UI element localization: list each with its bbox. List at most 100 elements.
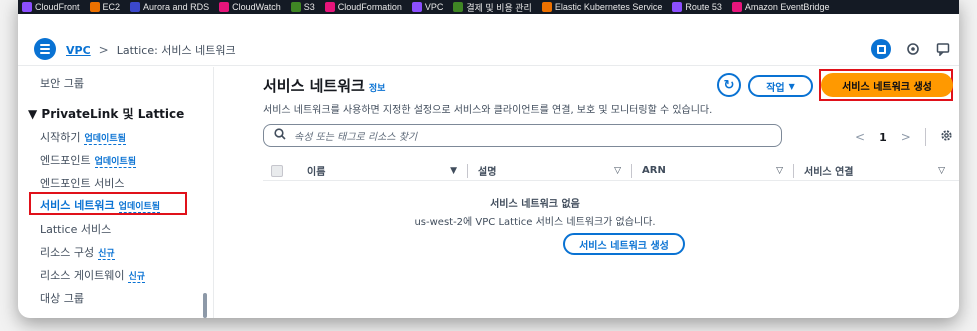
column-header-service-associations[interactable]: 서비스 연결 ▽ <box>793 163 955 178</box>
bookmark-label: Aurora and RDS <box>143 2 210 12</box>
divider <box>924 128 926 146</box>
bookmark-item[interactable]: CloudFormation <box>324 2 402 12</box>
sort-icon: ▽ <box>938 165 945 176</box>
select-all-checkbox[interactable] <box>271 164 283 177</box>
actions-dropdown-button[interactable]: 작업 ▼ <box>748 75 813 97</box>
status-badge: 업데이트됨 <box>94 157 137 168</box>
bookmark-favicon-icon <box>324 2 335 12</box>
bookmark-label: CloudFront <box>35 2 80 12</box>
sidebar-section-title: PrivateLink 및 Lattice <box>41 107 185 121</box>
column-label: 서비스 연결 <box>804 167 854 178</box>
page-title: 서비스 네트워크 정보 <box>263 75 385 96</box>
search-input[interactable]: 속성 또는 태그로 리소스 찾기 <box>263 124 782 147</box>
sidebar-item-label: Lattice 서비스 <box>40 223 112 236</box>
bookmark-favicon-icon <box>731 2 742 12</box>
empty-state-title: 서비스 네트워크 없음 <box>490 199 580 210</box>
pagination: < 1 > <box>855 128 953 146</box>
status-badge: 신규 <box>98 249 115 260</box>
bookmarks-bar: CloudFront EC2 Aurora and RDS CloudWatch S3 C… <box>18 0 959 14</box>
side-panel-icon[interactable] <box>871 39 891 59</box>
main-content: 서비스 네트워크 정보 서비스 네트워크를 사용하면 지정한 설정으로 서비스와 … <box>215 67 959 318</box>
empty-state-description: us-west-2에 VPC Lattice 서비스 네트워크가 없습니다. <box>414 217 656 228</box>
column-label: ARN <box>642 165 666 176</box>
search-icon <box>274 128 286 143</box>
breadcrumb: VPC > Lattice: 서비스 네트워크 <box>66 42 236 58</box>
bookmark-label: S3 <box>303 2 315 12</box>
hamburger-menu-icon[interactable] <box>34 38 56 60</box>
page-description: 서비스 네트워크를 사용하면 지정한 설정으로 서비스와 클라이언트를 연결, … <box>263 105 713 116</box>
actions-label: 작업 <box>766 82 785 94</box>
caret-down-icon: ▼ <box>788 81 795 91</box>
refresh-icon: ↻ <box>723 77 735 93</box>
sidebar-item-lattice-services[interactable]: Lattice 서비스 <box>40 221 111 237</box>
sidebar-item-label: 리소스 구성 <box>40 246 95 259</box>
browser-window: CloudFront EC2 Aurora and RDS CloudWatch S3 C… <box>18 0 959 318</box>
breadcrumb-vpc-link[interactable]: VPC <box>66 44 91 57</box>
sidebar-item-resource-configurations[interactable]: 리소스 구성 신규 <box>40 244 115 260</box>
breadcrumb-current: Lattice: 서비스 네트워크 <box>116 44 236 57</box>
column-header-name[interactable]: 이름 ▼ <box>297 164 467 179</box>
caret-down-icon: ▼ <box>28 107 42 121</box>
sidebar-item-security-groups[interactable]: 보안 그룹 <box>40 75 84 91</box>
bookmark-label: CloudWatch <box>232 2 281 12</box>
sort-down-icon: ▼ <box>450 165 457 176</box>
sidebar-item-service-networks[interactable]: 서비스 네트워크 업데이트됨 <box>40 197 161 213</box>
bookmark-label: Elastic Kubernetes Service <box>554 2 663 12</box>
gear-icon[interactable] <box>940 129 953 145</box>
bookmark-item[interactable]: Route 53 <box>672 2 722 12</box>
bookmark-favicon-icon <box>22 2 32 12</box>
table-header: 이름 ▼ 설명 ▽ ARN ▽ 서비스 연결 ▽ <box>263 161 959 181</box>
sidebar-item-endpoints[interactable]: 엔드포인트 업데이트됨 <box>40 152 137 168</box>
sidebar-item-label: 대상 그룹 <box>40 292 84 305</box>
column-label: 이름 <box>307 167 326 178</box>
bookmark-favicon-icon <box>290 2 301 12</box>
sort-icon: ▽ <box>776 165 783 176</box>
sidebar-item-label: 엔드포인트 서비스 <box>40 177 125 190</box>
sidebar-item-label: 엔드포인트 <box>40 154 91 167</box>
sidebar-item-getting-started[interactable]: 시작하기 업데이트됨 <box>40 129 126 145</box>
breadcrumb-separator-icon: > <box>98 43 109 57</box>
empty-state-create-button[interactable]: 서비스 네트워크 생성 <box>563 233 685 255</box>
sidebar-section-privatelink[interactable]: ▼ PrivateLink 및 Lattice <box>28 105 184 122</box>
sidebar-item-label: 서비스 네트워크 <box>40 199 115 212</box>
bookmark-item[interactable]: CloudFront <box>22 2 80 12</box>
page-title-text: 서비스 네트워크 <box>263 77 365 95</box>
top-nav-tools <box>871 39 951 59</box>
bookmark-item[interactable]: Aurora and RDS <box>130 2 209 12</box>
bookmark-label: CloudFormation <box>337 2 402 12</box>
chevron-left-icon[interactable]: < <box>855 130 865 144</box>
bookmark-favicon-icon <box>89 2 100 12</box>
bookmark-item[interactable]: CloudWatch <box>219 2 281 12</box>
sidebar-item-endpoint-services[interactable]: 엔드포인트 서비스 <box>40 175 124 191</box>
page-number[interactable]: 1 <box>879 131 887 144</box>
bookmark-item[interactable]: VPC <box>411 2 443 12</box>
column-header-description[interactable]: 설명 ▽ <box>467 163 631 178</box>
bookmark-label: 결제 및 비용 관리 <box>466 2 532 13</box>
refresh-button[interactable]: ↻ <box>717 73 741 97</box>
bookmark-favicon-icon <box>672 2 683 12</box>
sort-icon: ▽ <box>614 165 621 176</box>
bookmark-item[interactable]: S3 <box>290 2 315 12</box>
column-label: 설명 <box>478 167 497 178</box>
bookmark-item[interactable]: 결제 및 비용 관리 <box>453 1 532 14</box>
feedback-icon[interactable] <box>935 41 951 57</box>
search-placeholder: 속성 또는 태그로 리소스 찾기 <box>294 132 418 143</box>
bookmark-item[interactable]: Elastic Kubernetes Service <box>541 2 663 12</box>
sidebar-scrollbar[interactable] <box>203 293 207 318</box>
bookmark-label: Route 53 <box>685 2 722 12</box>
bookmark-favicon-icon <box>411 2 422 12</box>
create-service-network-button[interactable]: 서비스 네트워크 생성 <box>821 73 953 97</box>
column-header-arn[interactable]: ARN ▽ <box>631 163 793 178</box>
settings-icon[interactable] <box>905 41 921 57</box>
info-link[interactable]: 정보 <box>369 84 386 94</box>
sidebar-item-resource-gateways[interactable]: 리소스 게이트웨이 신규 <box>40 267 146 283</box>
sidebar-item-target-groups[interactable]: 대상 그룹 <box>40 290 84 306</box>
sidebar-item-label: 리소스 게이트웨이 <box>40 269 125 282</box>
bookmark-item[interactable]: EC2 <box>89 2 120 12</box>
top-navigation: VPC > Lattice: 서비스 네트워크 <box>18 32 959 66</box>
sidebar-item-label: 시작하기 <box>40 131 81 144</box>
bookmark-item[interactable]: Amazon EventBridge <box>731 2 829 12</box>
status-badge: 업데이트됨 <box>118 202 161 213</box>
bookmark-favicon-icon <box>541 2 552 12</box>
chevron-right-icon[interactable]: > <box>901 130 911 144</box>
